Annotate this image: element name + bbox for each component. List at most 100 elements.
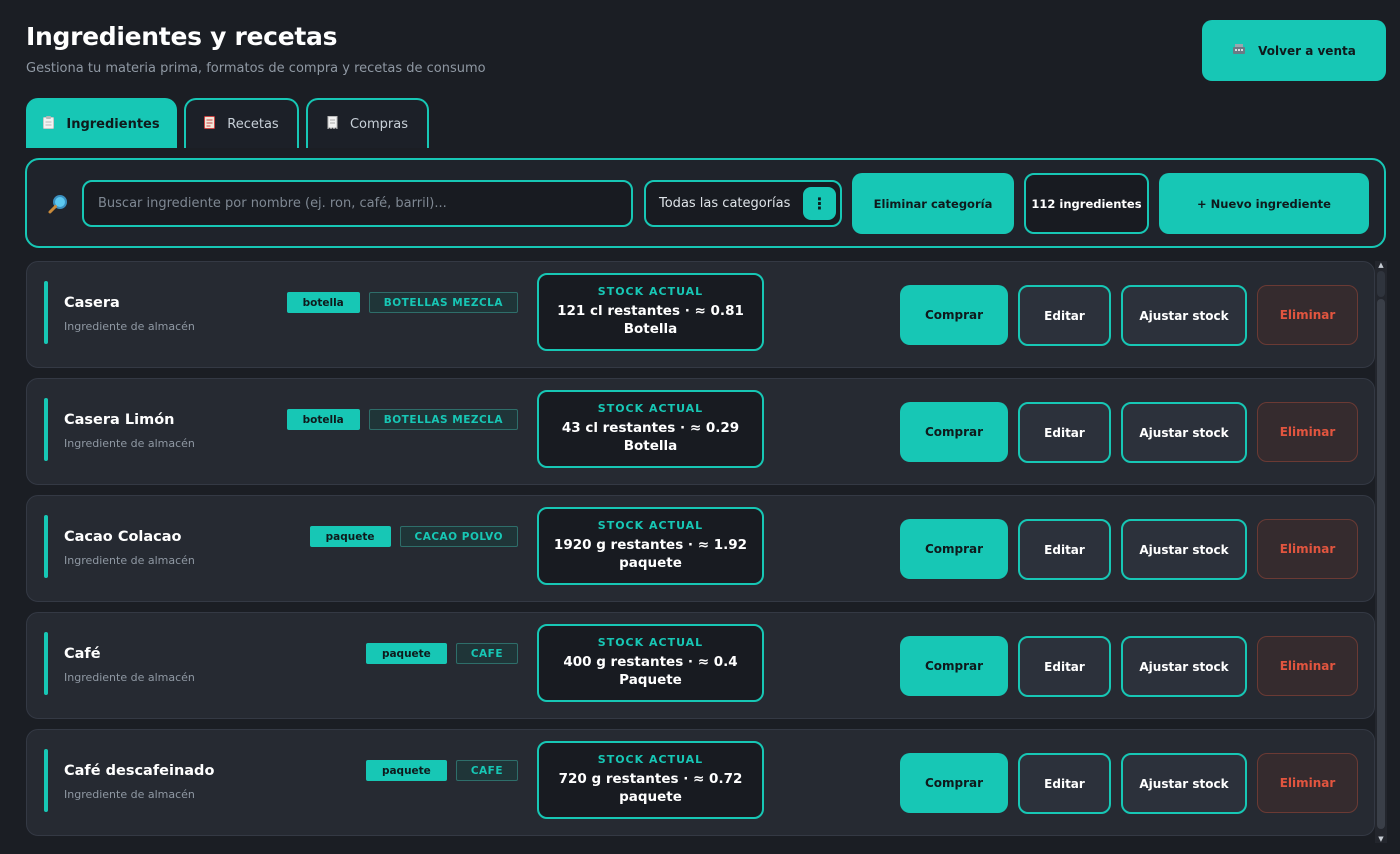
ingredient-count-badge: 112 ingredientes [1024, 173, 1149, 234]
unit-badge: botella [286, 292, 360, 313]
stock-title: STOCK ACTUAL [597, 636, 704, 649]
ingredient-subtitle: Ingrediente de almacén [64, 788, 195, 801]
category-badge: BOTELLAS MEZCLA [368, 292, 518, 313]
tab-bar: Ingredientes Recetas Compras [26, 98, 429, 148]
ingredient-name: Casera [64, 295, 120, 311]
tab-compras[interactable]: Compras [306, 98, 429, 148]
ingredient-subtitle: Ingrediente de almacén [64, 437, 195, 450]
tab-label: Recetas [227, 116, 279, 132]
edit-button[interactable]: Editar [1018, 402, 1111, 463]
stock-value: 43 cl restantes · ≈ 0.29 Botella [561, 420, 740, 454]
edit-button[interactable]: Editar [1018, 753, 1111, 814]
receipt-icon [327, 116, 338, 132]
search-icon [47, 193, 69, 215]
tab-label: Compras [349, 116, 409, 132]
edit-button[interactable]: Editar [1018, 285, 1111, 346]
ingredient-subtitle: Ingrediente de almacén [64, 320, 195, 333]
ingredient-tags: paquete CAFE [365, 760, 518, 781]
row-accent-bar [44, 632, 48, 695]
stock-value: 121 cl restantes · ≈ 0.81 Botella [557, 303, 744, 337]
stock-box: STOCK ACTUAL 43 cl restantes · ≈ 0.29 Bo… [537, 390, 764, 468]
adjust-stock-button[interactable]: Ajustar stock [1121, 285, 1247, 346]
row-accent-bar [44, 515, 48, 578]
stock-box: STOCK ACTUAL 400 g restantes · ≈ 0.4 Paq… [537, 624, 764, 702]
ingredient-name: Café descafeinado [64, 763, 215, 779]
cash-register-icon [1232, 43, 1246, 58]
category-badge: CAFE [455, 760, 518, 781]
back-to-sale-button[interactable]: Volver a venta [1202, 20, 1386, 81]
ingredient-name: Casera Limón [64, 412, 175, 428]
unit-badge: paquete [365, 760, 447, 781]
stock-title: STOCK ACTUAL [597, 285, 704, 298]
row-accent-bar [44, 749, 48, 812]
edit-button[interactable]: Editar [1018, 519, 1111, 580]
scrollbar-track[interactable] [1377, 299, 1385, 829]
scrollbar-thumb[interactable] [1377, 271, 1385, 297]
ingredient-tags: paquete CAFE [365, 643, 518, 664]
ingredient-name: Café [64, 646, 101, 662]
stock-value: 720 g restantes · ≈ 0.72 paquete [558, 771, 743, 805]
buy-button[interactable]: Comprar [900, 753, 1008, 813]
adjust-stock-button[interactable]: Ajustar stock [1121, 636, 1247, 697]
delete-button[interactable]: Eliminar [1257, 636, 1358, 696]
clipboard-icon [43, 116, 55, 132]
stock-box: STOCK ACTUAL 1920 g restantes · ≈ 1.92 p… [537, 507, 764, 585]
scroll-up-icon[interactable]: ▲ [1376, 261, 1386, 269]
stock-value: 400 g restantes · ≈ 0.4 Paquete [563, 654, 738, 688]
buy-button[interactable]: Comprar [900, 402, 1008, 462]
stock-value: 1920 g restantes · ≈ 1.92 paquete [553, 537, 748, 571]
adjust-stock-button[interactable]: Ajustar stock [1121, 519, 1247, 580]
ingredient-toolbar: Todas las categorías ⋮ Eliminar categorí… [25, 158, 1386, 248]
ingredient-tags: botella BOTELLAS MEZCLA [286, 292, 518, 313]
back-to-sale-label: Volver a venta [1258, 43, 1356, 58]
page-subtitle: Gestiona tu materia prima, formatos de c… [26, 61, 486, 76]
row-accent-bar [44, 281, 48, 344]
category-badge: CAFE [455, 643, 518, 664]
ingredient-row: Cacao Colacao Ingrediente de almacén paq… [26, 495, 1375, 602]
buy-button[interactable]: Comprar [900, 636, 1008, 696]
ingredient-subtitle: Ingrediente de almacén [64, 554, 195, 567]
tab-ingredientes[interactable]: Ingredientes [26, 98, 177, 148]
ingredient-row: Café Ingrediente de almacén paquete CAFE… [26, 612, 1375, 719]
stock-box: STOCK ACTUAL 121 cl restantes · ≈ 0.81 B… [537, 273, 764, 351]
page-title: Ingredientes y recetas [26, 22, 338, 51]
edit-button[interactable]: Editar [1018, 636, 1111, 697]
list-scrollbar[interactable]: ▲ ▼ [1375, 261, 1387, 843]
ingredient-row: Casera Limón Ingrediente de almacén bote… [26, 378, 1375, 485]
unit-badge: paquete [309, 526, 391, 547]
adjust-stock-button[interactable]: Ajustar stock [1121, 402, 1247, 463]
row-accent-bar [44, 398, 48, 461]
ingredient-subtitle: Ingrediente de almacén [64, 671, 195, 684]
unit-badge: botella [286, 409, 360, 430]
category-badge: CACAO POLVO [399, 526, 518, 547]
new-ingredient-button[interactable]: + Nuevo ingrediente [1159, 173, 1369, 234]
delete-button[interactable]: Eliminar [1257, 402, 1358, 462]
delete-button[interactable]: Eliminar [1257, 285, 1358, 345]
ingredient-tags: botella BOTELLAS MEZCLA [286, 409, 518, 430]
category-select-value: Todas las categorías [659, 196, 791, 211]
ingredient-row: Casera Ingrediente de almacén botella BO… [26, 261, 1375, 368]
category-badge: BOTELLAS MEZCLA [368, 409, 518, 430]
adjust-stock-button[interactable]: Ajustar stock [1121, 753, 1247, 814]
unit-badge: paquete [365, 643, 447, 664]
recipe-icon [204, 116, 216, 132]
stock-title: STOCK ACTUAL [597, 519, 704, 532]
ingredient-tags: paquete CACAO POLVO [309, 526, 518, 547]
ingredient-row: Café descafeinado Ingrediente de almacén… [26, 729, 1375, 836]
tab-label: Ingredientes [66, 116, 160, 132]
delete-category-button[interactable]: Eliminar categoría [852, 173, 1014, 234]
delete-button[interactable]: Eliminar [1257, 519, 1358, 579]
stock-title: STOCK ACTUAL [597, 753, 704, 766]
tab-recetas[interactable]: Recetas [184, 98, 299, 148]
search-input[interactable] [82, 180, 633, 227]
ingredient-name: Cacao Colacao [64, 529, 182, 545]
buy-button[interactable]: Comprar [900, 519, 1008, 579]
buy-button[interactable]: Comprar [900, 285, 1008, 345]
category-select[interactable]: Todas las categorías ⋮ [644, 180, 842, 227]
stock-box: STOCK ACTUAL 720 g restantes · ≈ 0.72 pa… [537, 741, 764, 819]
more-options-icon[interactable]: ⋮ [803, 187, 836, 220]
stock-title: STOCK ACTUAL [597, 402, 704, 415]
ingredient-list: Casera Ingrediente de almacén botella BO… [26, 261, 1375, 846]
delete-button[interactable]: Eliminar [1257, 753, 1358, 813]
scroll-down-icon[interactable]: ▼ [1376, 835, 1386, 843]
